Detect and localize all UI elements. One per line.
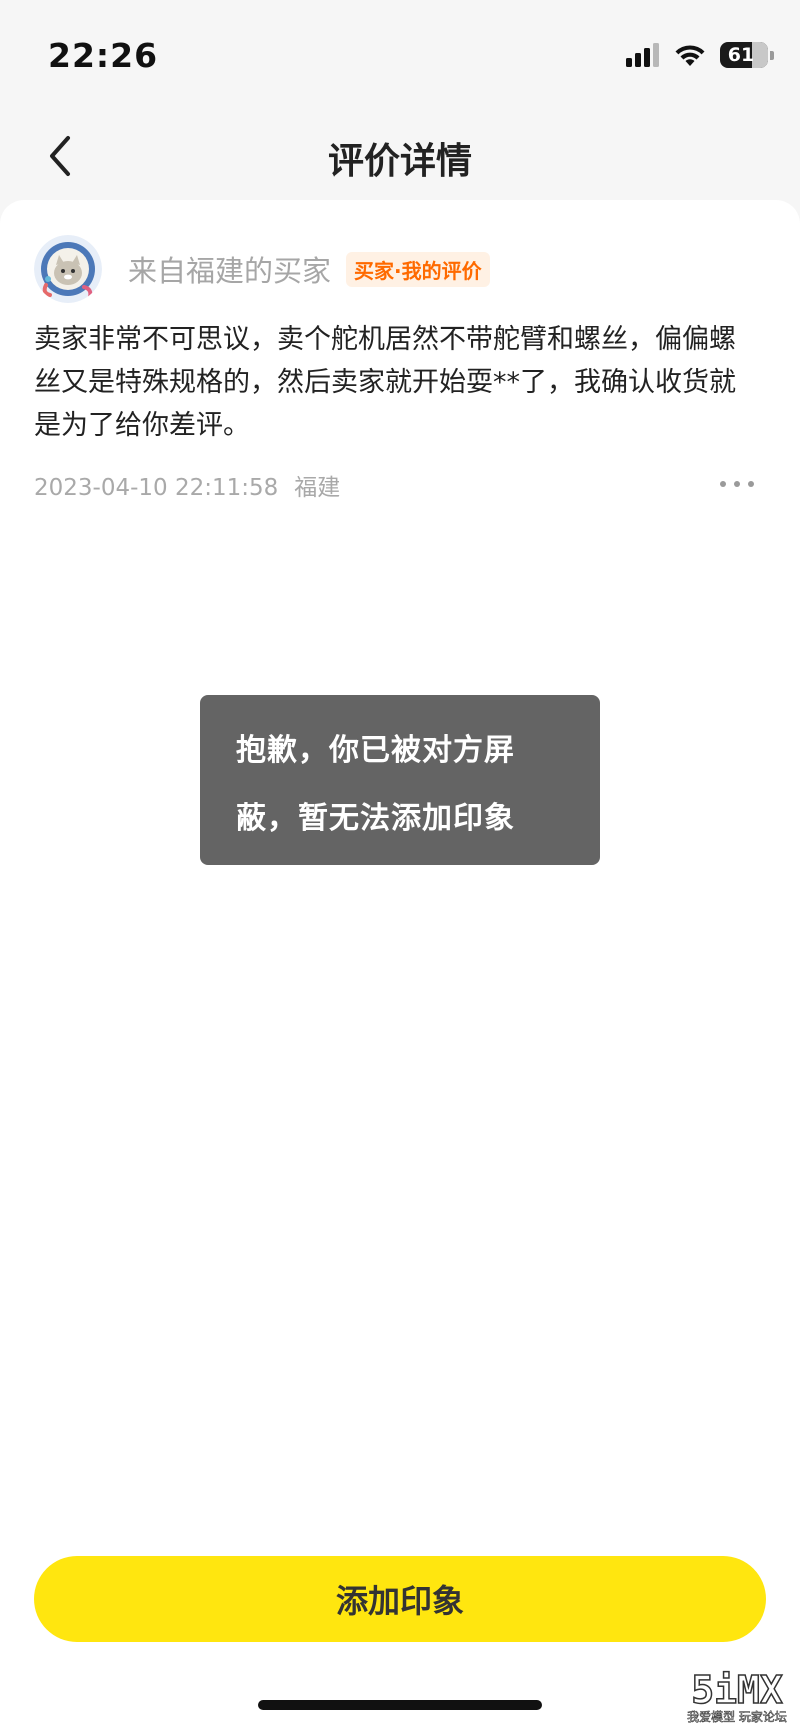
more-horizontal-icon-dot: [734, 481, 740, 487]
home-indicator[interactable]: [258, 1700, 542, 1710]
review-meta: 2023-04-10 22:11:58 福建: [34, 468, 340, 502]
status-time: 22:26: [48, 36, 159, 75]
blocked-toast: 抱歉，你已被对方屏蔽，暂无法添加印象: [200, 695, 600, 865]
status-bar: 22:26 61: [0, 0, 800, 110]
add-impression-button[interactable]: 添加印象: [34, 1556, 766, 1642]
avatar-astronaut-cat-icon: [34, 235, 102, 303]
avatar[interactable]: [34, 235, 102, 303]
review-location: 福建: [294, 475, 341, 501]
more-options-button[interactable]: [720, 470, 754, 498]
battery-level: 61: [727, 44, 755, 66]
wifi-icon: [675, 45, 705, 66]
battery-cap: [770, 50, 774, 60]
watermark-logo: 5iMX: [690, 1668, 783, 1712]
more-horizontal-icon-dot: [720, 481, 726, 487]
watermark: 5iMX 我爱模型 玩家论坛: [682, 1668, 792, 1729]
status-icons: 61: [626, 42, 774, 68]
battery-icon: 61: [720, 42, 768, 68]
page-title: 评价详情: [327, 141, 472, 182]
review-text: 卖家非常不可思议，卖个舵机居然不带舵臂和螺丝，偏偏螺丝又是特殊规格的，然后卖家就…: [34, 324, 736, 441]
signal-icon: [626, 43, 659, 67]
review-timestamp: 2023-04-10 22:11:58: [34, 475, 279, 501]
role-badge: 买家·我的评价: [346, 252, 490, 287]
nav-bar: 评价详情: [0, 110, 800, 200]
watermark-subtitle: 我爱模型 玩家论坛: [687, 1710, 787, 1725]
review-card: 来自福建的买家 买家·我的评价 卖家非常不可思议，卖个舵机居然不带舵臂和螺丝，偏…: [0, 200, 800, 1733]
reviewer-name: 来自福建的买家: [128, 254, 332, 288]
more-horizontal-icon-dot: [748, 481, 754, 487]
